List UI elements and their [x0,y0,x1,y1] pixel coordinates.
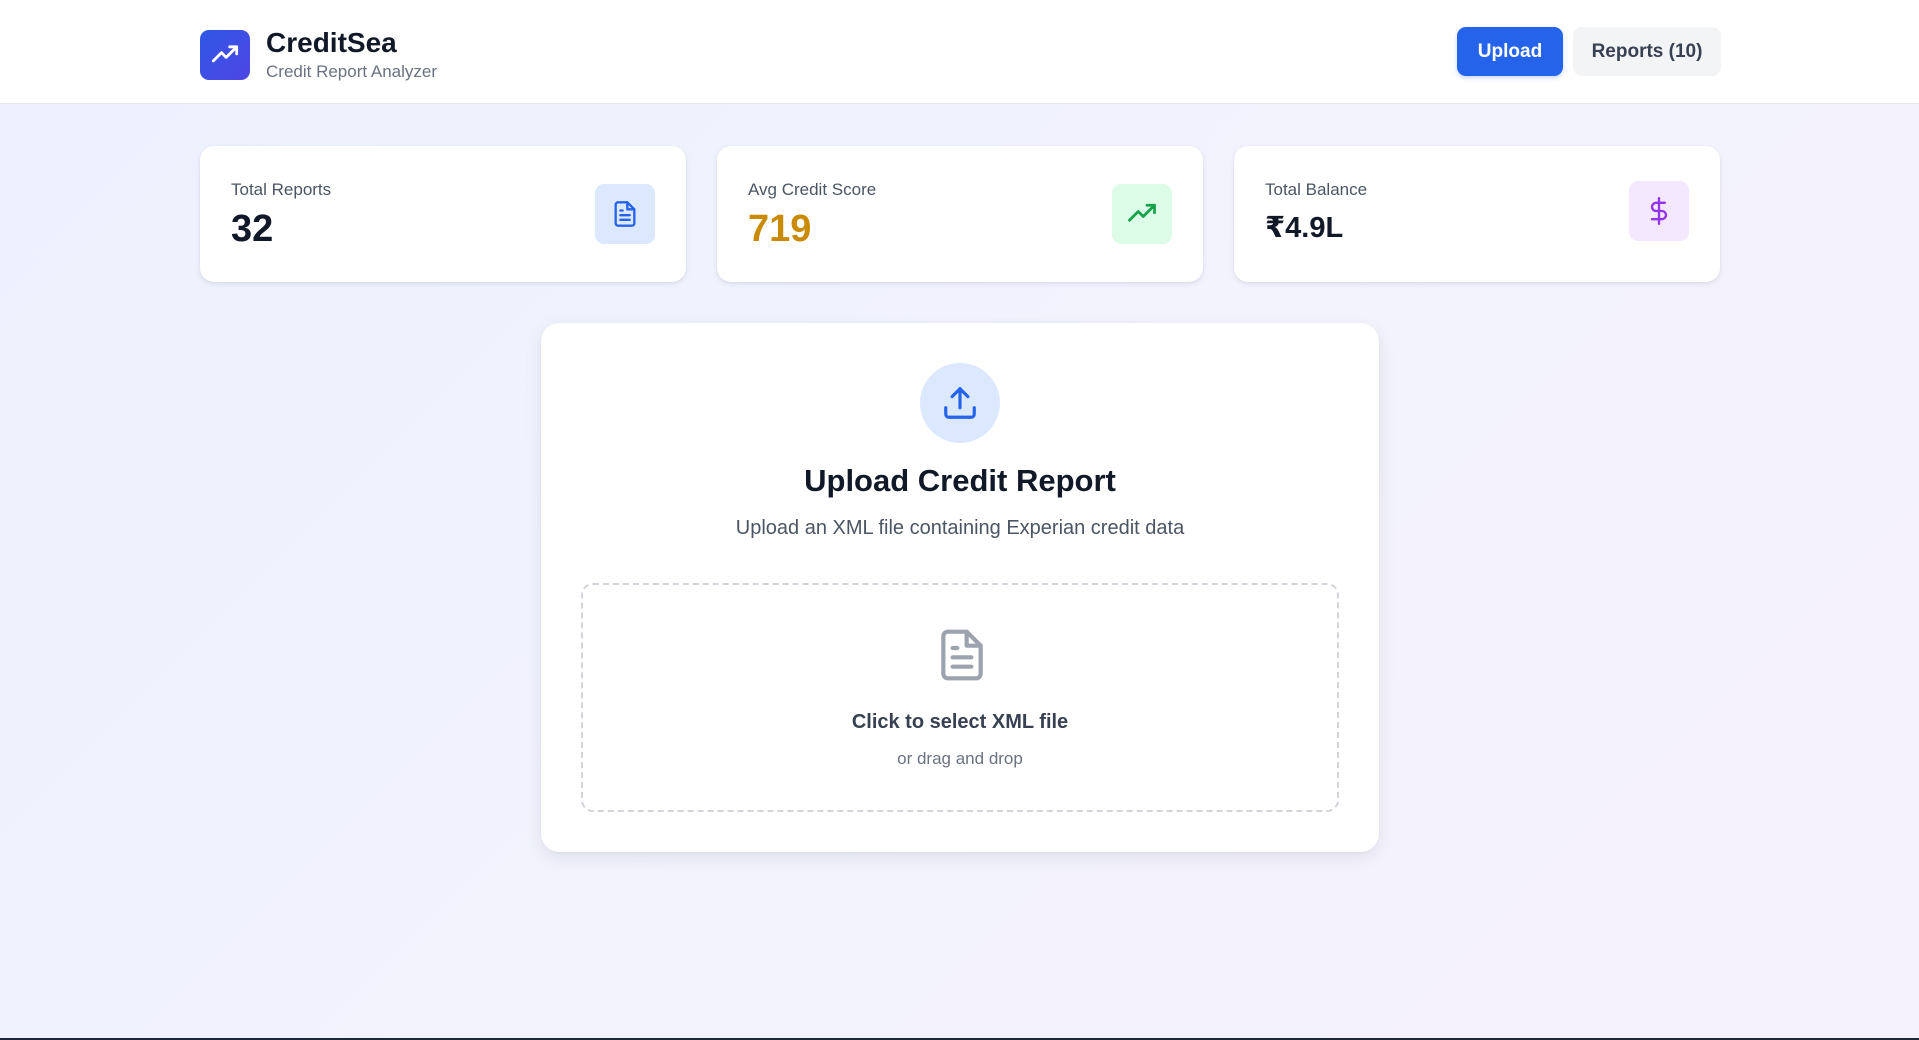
stat-label: Avg Credit Score [748,180,877,199]
trending-up-icon [200,30,250,80]
file-dropzone[interactable]: Click to select XML file or drag and dro… [581,583,1339,812]
app-subtitle: Credit Report Analyzer [266,62,438,81]
upload-button[interactable]: Upload [1457,27,1563,76]
stat-value: ₹4.9L [1265,212,1344,244]
reports-button[interactable]: Reports (10) [1573,27,1721,76]
upload-icon [920,363,1000,443]
trending-up-icon [1112,184,1172,244]
dropzone-subtitle: or drag and drop [897,749,1023,768]
file-icon [934,625,990,685]
stat-card-avg-credit-score: Avg Credit Score 719 [717,146,1203,282]
upload-card: Upload Credit Report Upload an XML file … [541,323,1379,852]
dollar-icon [1629,181,1689,241]
app-title: CreditSea [266,27,397,58]
nav-actions: Upload Reports (10) [1457,27,1721,76]
top-navbar: CreditSea Credit Report Analyzer Upload … [0,0,1919,104]
stat-label: Total Reports [231,180,332,199]
stat-card-total-balance: Total Balance ₹4.9L [1234,146,1720,282]
stat-card-total-reports: Total Reports 32 [200,146,686,282]
brand[interactable]: CreditSea Credit Report Analyzer [200,27,437,83]
upload-title: Upload Credit Report [804,463,1116,498]
dropzone-title: Click to select XML file [851,711,1069,733]
stat-label: Total Balance [1265,180,1368,199]
stat-value: 32 [231,208,274,250]
stat-value: 719 [748,208,812,250]
upload-description: Upload an XML file containing Experian c… [735,517,1185,539]
document-icon [595,184,655,244]
